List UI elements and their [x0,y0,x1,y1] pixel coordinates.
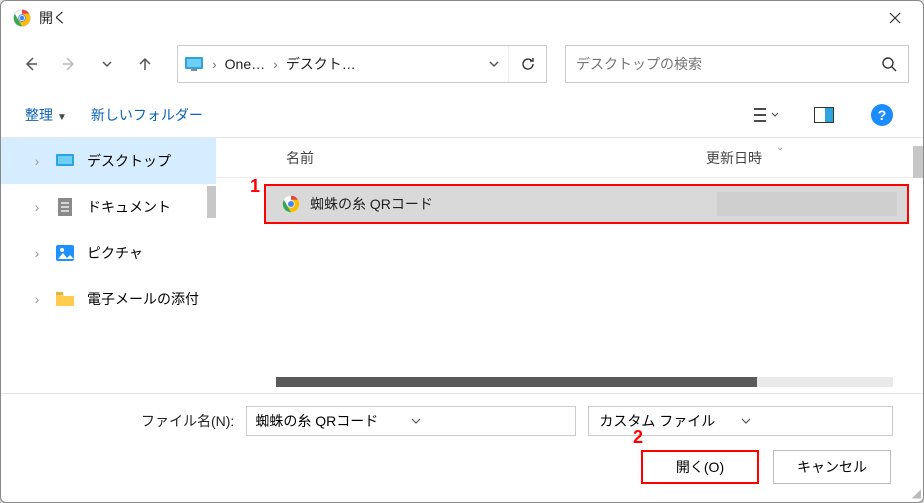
file-list-view: 名前 更新日時 ⌄ 1 蜘蛛の糸 QRコード [216,138,923,393]
chevron-down-icon [488,58,500,70]
nav-row: › One… › デスクト… [1,35,923,93]
chevron-right-icon: › [31,199,43,215]
sidebar-item-label: ドキュメント [87,197,171,217]
sidebar: › デスクトップ › ドキュメント › ピクチャ › 電子メールの添付 [1,138,216,393]
organize-menu[interactable]: 整理▼ [25,105,67,125]
breadcrumb-expand[interactable] [480,58,508,70]
column-date-label: 更新日時 [706,150,762,166]
chevron-down-icon [411,416,567,426]
close-button[interactable] [875,4,915,32]
column-date[interactable]: 更新日時 ⌄ [706,148,923,168]
chevron-down-icon: ⌄ [776,142,784,153]
window-title: 開く [39,8,67,28]
filename-combobox[interactable]: 蜘蛛の糸 QRコード [246,406,576,436]
help-button[interactable]: ? [865,98,899,132]
title-bar: 開く [1,1,923,35]
column-headers: 名前 更新日時 ⌄ [216,138,923,178]
document-icon [55,197,75,217]
help-icon: ? [871,104,893,126]
filetype-value: カスタム ファイル [599,411,740,431]
sidebar-item-label: 電子メールの添付 [87,289,199,309]
cancel-button[interactable]: キャンセル [773,450,891,484]
sidebar-item-pictures[interactable]: › ピクチャ [1,230,216,276]
horizontal-scrollbar[interactable] [276,377,893,387]
filename-value: 蜘蛛の糸 QRコード [255,411,411,431]
open-button[interactable]: 開く(O) [641,450,759,484]
arrow-left-icon [23,56,39,72]
refresh-icon [520,56,536,72]
toolbar: 整理▼ 新しいフォルダー ? [1,93,923,137]
monitor-icon [55,151,75,171]
search-button[interactable] [870,56,908,72]
chevron-right-icon: › [31,291,43,307]
annotation-2: 2 [633,427,643,448]
sidebar-item-documents[interactable]: › ドキュメント [1,184,216,230]
annotation-1: 1 [250,176,260,197]
chevron-down-icon [101,58,113,70]
file-row-selected[interactable]: 蜘蛛の糸 QRコード [264,184,909,224]
file-date-redacted [717,192,897,216]
breadcrumb-sep: › [210,56,219,72]
chevron-right-icon: › [31,245,43,261]
monitor-icon [178,57,210,71]
sidebar-item-email[interactable]: › 電子メールの添付 [1,276,216,322]
sidebar-item-label: ピクチャ [87,243,143,263]
horizontal-scrollbar-thumb[interactable] [276,377,757,387]
breadcrumb-seg-1[interactable]: One… [219,56,271,72]
sidebar-item-desktop[interactable]: › デスクトップ [1,138,216,184]
chrome-icon [13,9,31,27]
up-button[interactable] [129,48,161,80]
search-input[interactable] [566,56,870,72]
back-button[interactable] [15,48,47,80]
sidebar-item-label: デスクトップ [87,151,171,171]
panel-icon [814,107,834,123]
picture-icon [55,243,75,263]
view-menu[interactable] [749,98,783,132]
breadcrumb-seg-2[interactable]: デスクト… [280,54,362,74]
search-icon [881,56,897,72]
forward-button[interactable] [53,48,85,80]
close-icon [889,12,901,24]
file-name: 蜘蛛の糸 QRコード [310,194,433,214]
preview-pane-toggle[interactable] [807,98,841,132]
folder-icon [55,289,75,309]
breadcrumb-bar[interactable]: › One… › デスクト… [177,45,547,83]
filename-label: ファイル名(N): [141,411,234,431]
chevron-right-icon: › [31,153,43,169]
arrow-right-icon [61,56,77,72]
organize-label: 整理 [25,107,53,123]
new-folder-button[interactable]: 新しいフォルダー [91,105,203,125]
content-area: › デスクトップ › ドキュメント › ピクチャ › 電子メールの添付 [1,137,923,394]
column-name[interactable]: 名前 [286,148,706,168]
resize-grip[interactable]: ◢ [912,486,921,500]
arrow-up-icon [137,56,153,72]
sidebar-scrollbar-thumb[interactable] [207,186,216,218]
recent-dropdown[interactable] [91,48,123,80]
breadcrumb-sep: › [271,56,280,72]
open-dialog: 開く › One… › デスクト… 整理▼ 新しいフォルダー [0,0,924,503]
bottom-panel: ファイル名(N): 蜘蛛の糸 QRコード カスタム ファイル 2 開く(O) キ… [1,394,923,502]
chevron-down-icon [741,416,882,426]
refresh-button[interactable] [508,46,546,82]
search-box[interactable] [565,45,909,83]
chrome-icon [282,195,300,213]
list-view-icon [752,106,780,124]
